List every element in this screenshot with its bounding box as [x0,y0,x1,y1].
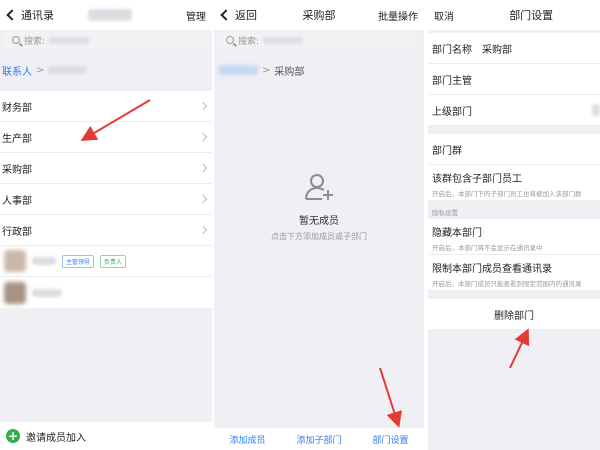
delete-label: 删除部门 [494,310,534,322]
plus-circle-icon: + [6,429,20,443]
back-label: 通讯录 [21,9,54,22]
contacts-search-input[interactable]: 搜索: [4,31,210,49]
page-title: 采购部 [302,9,336,22]
dept-name-value: 采购部 [482,44,512,56]
department-item-production[interactable]: 生产部 [0,122,212,153]
list-item-member[interactable] [0,277,212,308]
empty-subtitle: 点击下方添加成员或子部门 [271,232,367,241]
breadcrumb: 联系人 > [2,57,87,83]
settings-list: 部门名称 采购部 部门主管 上级部门 部门群 该群包含子部门员工 开启后，本部门… [428,33,600,329]
blurred-member-name [32,257,56,265]
invite-label: 邀请成员加入 [26,432,86,444]
dept-name-field[interactable]: 部门名称 采购部 [428,33,600,64]
dept-group-label: 部门群 [432,145,462,157]
restrict-view-toggle-row[interactable]: 限制本部门成员查看通讯录 开启后，本部门成员只能查看到限定范围内的通讯录 [428,255,600,291]
department-item-purchasing[interactable]: 采购部 [0,153,212,184]
department-label: 行政部 [2,226,32,238]
department-detail-panel: 返回 采购部 批量操作 搜索: > 采购部 暂无成员 点击下方添加成员或子部门 [214,0,424,450]
page-title: 部门设置 [509,9,554,22]
batch-operation-button[interactable]: 批量操作 [378,8,418,23]
chevron-left-icon [220,9,232,21]
back-to-contacts-button[interactable]: 通讯录 [0,7,54,23]
department-action-bar: 添加成员 添加子部门 部门设置 [214,428,424,450]
dept-group-field[interactable]: 部门群 [428,134,600,165]
restrict-title: 限制本部门成员查看通讯录 [432,264,552,275]
department-item-hr[interactable]: 人事部 [0,184,212,215]
hide-dept-title: 隐藏本部门 [432,228,482,239]
back-button[interactable]: 返回 [214,7,257,23]
breadcrumb-current: 采购部 [274,66,305,78]
section-gap [428,291,600,299]
breadcrumb: > 采购部 [218,57,304,83]
screenshot-root: 通讯录 管理 搜索: 联系人 > 财务部 生产部 采购部 人事部 行政部 主管领… [0,0,600,450]
add-member-button[interactable]: 添加成员 [229,433,265,446]
section-gap [428,126,600,134]
avatar [4,281,26,304]
hide-dept-toggle-row[interactable]: 隐藏本部门 开启后，本部门将不会显示在通讯录中 [428,219,600,255]
department-settings-panel: 取消 部门设置 部门名称 采购部 部门主管 上级部门 部门群 该群包含子部门员工… [428,0,600,450]
empty-state: 暂无成员 点击下方添加成员或子部门 [214,170,424,242]
privacy-section-header: 隐私设置 [428,201,600,219]
restrict-desc: 开启后，本部门成员只能查看到限定范围内的通讯录 [432,280,582,288]
blurred-search-hint [49,36,90,44]
contacts-nav-bar: 通讯录 管理 [0,0,212,30]
include-sub-toggle-row[interactable]: 该群包含子部门员工 开启后，本部门下的子部门员工也将被加入该部门群 [428,165,600,201]
search-icon [12,36,20,44]
blurred-parent-value [592,104,600,116]
blurred-org-crumb[interactable] [218,65,258,75]
blurred-search-hint [263,36,304,44]
chevron-left-icon [6,9,18,21]
chevron-right-icon [198,194,208,204]
department-nav-bar: 返回 采购部 批量操作 [214,0,424,30]
chevron-right-icon [198,132,208,142]
blurred-org-name [88,9,132,21]
empty-title: 暂无成员 [299,216,339,227]
parent-dept-label: 上级部门 [432,106,472,118]
role-tag: 主管领导 [62,254,95,268]
avatar [4,250,26,272]
manage-button[interactable]: 管理 [186,8,206,23]
add-person-icon [305,174,333,200]
breadcrumb-separator: > [262,64,271,76]
department-list: 财务部 生产部 采购部 人事部 行政部 主管领导 负责人 [0,91,212,308]
search-placeholder: 搜索: [24,36,46,47]
chevron-right-icon [198,101,208,111]
blurred-member-name [32,288,62,297]
back-label: 返回 [235,9,257,22]
include-sub-title: 该群包含子部门员工 [432,174,522,185]
blurred-org-crumb [48,66,87,74]
breadcrumb-root-link[interactable]: 联系人 [2,63,32,78]
role-tag: 负责人 [100,254,127,268]
add-sub-department-button[interactable]: 添加子部门 [296,433,341,446]
dept-head-label: 部门主管 [432,75,472,87]
department-label: 采购部 [2,164,32,176]
include-sub-desc: 开启后，本部门下的子部门员工也将被加入该部门群 [432,190,582,198]
contacts-panel: 通讯录 管理 搜索: 联系人 > 财务部 生产部 采购部 人事部 行政部 主管领… [0,0,212,450]
dept-name-label: 部门名称 [432,44,472,56]
dept-head-field[interactable]: 部门主管 [428,64,600,95]
settings-nav-bar: 取消 部门设置 [428,0,600,30]
department-label: 人事部 [2,195,32,207]
chevron-right-icon [198,163,208,173]
hide-dept-desc: 开启后，本部门将不会显示在通讯录中 [432,244,543,252]
search-icon [226,36,234,44]
department-label: 财务部 [2,102,32,114]
invite-member-button[interactable]: + 邀请成员加入 [0,422,212,450]
delete-department-button[interactable]: 删除部门 [428,299,600,329]
breadcrumb-separator: > [36,64,45,76]
department-search-input[interactable]: 搜索: [218,31,418,49]
search-placeholder: 搜索: [238,36,260,47]
parent-dept-field[interactable]: 上级部门 [428,95,600,126]
department-item-admin[interactable]: 行政部 [0,215,212,246]
chevron-right-icon [198,225,208,235]
department-settings-button[interactable]: 部门设置 [372,433,408,446]
cancel-button[interactable]: 取消 [428,8,454,23]
department-item-finance[interactable]: 财务部 [0,91,212,122]
list-item-member[interactable]: 主管领导 负责人 [0,246,212,277]
department-label: 生产部 [2,133,32,145]
